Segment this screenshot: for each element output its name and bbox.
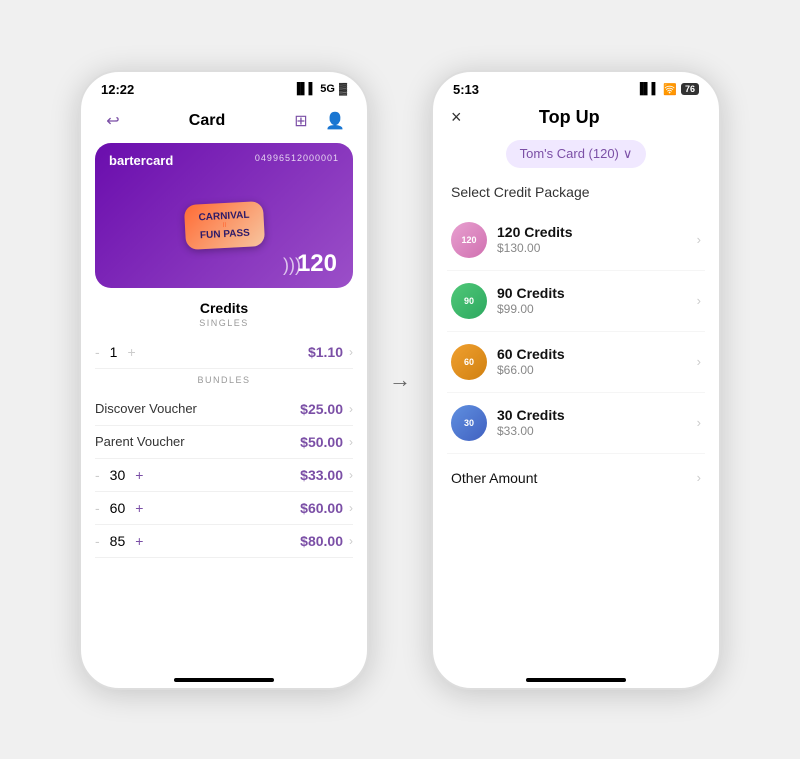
qty-60: 60 [110, 500, 126, 516]
other-amount-chevron: › [697, 470, 701, 485]
carnival-line1: CARNIVAL [198, 209, 249, 223]
signal-bars-icon: ▐▌▌ [636, 83, 659, 95]
package-icon-30: 30 [451, 405, 487, 441]
battery-icon: ▓ [339, 83, 347, 95]
package-chevron-90: › [697, 293, 701, 308]
package-list: 120 120 Credits $130.00 › 90 90 Credit [433, 210, 719, 668]
other-amount-row[interactable]: Other Amount › [447, 454, 705, 502]
package-item-90[interactable]: 90 90 Credits $99.00 › [447, 271, 705, 332]
other-amount-label: Other Amount [451, 470, 537, 486]
parent-price: $50.00 [300, 434, 343, 450]
singles-price: $1.10 [308, 344, 343, 360]
minus-85[interactable]: - [95, 533, 100, 549]
qty-85: 85 [110, 533, 126, 549]
qty-30: 30 [110, 467, 126, 483]
price-85: $80.00 [300, 533, 343, 549]
status-bar-left: 12:22 ▐▌▌ 5G ▓ [81, 72, 367, 101]
network-type: 5G [320, 83, 335, 95]
phone-card-screen: 12:22 ▐▌▌ 5G ▓ ↩ Card ⊞ 👤 bartercard 049… [79, 70, 369, 690]
arrow-symbol: → [389, 367, 411, 393]
icon-label-30: 30 [464, 418, 474, 428]
credits-price-60: $66.00 [497, 363, 565, 377]
discover-voucher-row[interactable]: Discover Voucher $25.00 › [95, 393, 353, 426]
bartercard-card: bartercard 04996512000001 CARNIVAL II FU… [95, 143, 353, 288]
bundles-label: BUNDLES [95, 375, 353, 385]
singles-qty: 1 [110, 344, 118, 360]
package-icon-120: 120 [451, 222, 487, 258]
carnival-badge: CARNIVAL II FUN PASS [183, 200, 264, 249]
dropdown-chevron-icon: ∨ [623, 146, 633, 162]
signal-icon: ▐▌▌ [293, 83, 316, 95]
icon-label-120: 120 [461, 235, 476, 245]
scan-button[interactable]: ⊞ [287, 107, 315, 135]
card-screen-title: Card [189, 112, 225, 130]
bundle-30-row: - 30 + $33.00 › [95, 459, 353, 492]
card-credits: 120 [297, 250, 337, 278]
status-icons-left: ▐▌▌ 5G ▓ [293, 83, 347, 95]
plus-singles[interactable]: + [127, 344, 135, 360]
bundle-60-row: - 60 + $60.00 › [95, 492, 353, 525]
package-chevron-120: › [697, 232, 701, 247]
credits-price-90: $99.00 [497, 302, 565, 316]
credits-label-60: 60 Credits [497, 346, 565, 362]
status-icons-right: ▐▌▌ 🛜 76 [636, 83, 699, 96]
singles-row: - 1 + $1.10 › [95, 336, 353, 369]
select-package-label: Select Credit Package [433, 184, 719, 210]
minus-30[interactable]: - [95, 467, 100, 483]
price-30: $33.00 [300, 467, 343, 483]
back-button[interactable]: ↩ [99, 107, 127, 135]
singles-chevron: › [349, 345, 353, 359]
icon-label-90: 90 [464, 296, 474, 306]
icon-label-60: 60 [464, 357, 474, 367]
credits-price-120: $130.00 [497, 241, 572, 255]
carnival-line2: FUN PASS [199, 227, 250, 241]
time-left: 12:22 [101, 82, 134, 97]
credits-section: Credits SINGLES - 1 + $1.10 › BUNDLES Di… [81, 300, 367, 668]
card-chip-label: Tom's Card (120) [520, 146, 619, 161]
package-chevron-60: › [697, 354, 701, 369]
package-icon-90: 90 [451, 283, 487, 319]
card-chip-button[interactable]: Tom's Card (120) ∨ [506, 140, 647, 168]
plus-30[interactable]: + [135, 467, 143, 483]
credits-label-120: 120 Credits [497, 224, 572, 240]
minus-60[interactable]: - [95, 500, 100, 516]
phone-topup-screen: 5:13 ▐▌▌ 🛜 76 × Top Up Tom's Card (120) … [431, 70, 721, 690]
transition-arrow: → [389, 367, 411, 393]
package-item-120[interactable]: 120 120 Credits $130.00 › [447, 210, 705, 271]
package-item-60[interactable]: 60 60 Credits $66.00 › [447, 332, 705, 393]
minus-singles[interactable]: - [95, 344, 100, 360]
parent-label: Parent Voucher [95, 434, 185, 449]
singles-label: SINGLES [95, 318, 353, 328]
credits-price-30: $33.00 [497, 424, 565, 438]
credits-title: Credits [95, 300, 353, 316]
discover-price: $25.00 [300, 401, 343, 417]
plus-60[interactable]: + [135, 500, 143, 516]
status-bar-right: 5:13 ▐▌▌ 🛜 76 [433, 72, 719, 101]
card-screen-header: ↩ Card ⊞ 👤 [81, 101, 367, 143]
topup-header: × Top Up [433, 101, 719, 136]
price-60: $60.00 [300, 500, 343, 516]
credits-label-30: 30 Credits [497, 407, 565, 423]
home-indicator-left [81, 668, 367, 688]
wifi-icon: 🛜 [663, 83, 677, 96]
parent-voucher-row[interactable]: Parent Voucher $50.00 › [95, 426, 353, 459]
package-chevron-30: › [697, 415, 701, 430]
singles-stepper: - 1 + [95, 344, 136, 360]
profile-button[interactable]: 👤 [321, 107, 349, 135]
package-item-30[interactable]: 30 30 Credits $33.00 › [447, 393, 705, 454]
battery-right-icon: 76 [681, 83, 699, 95]
time-right: 5:13 [453, 82, 479, 97]
package-icon-60: 60 [451, 344, 487, 380]
discover-label: Discover Voucher [95, 401, 197, 416]
credits-label-90: 90 Credits [497, 285, 565, 301]
plus-85[interactable]: + [135, 533, 143, 549]
close-button[interactable]: × [451, 107, 462, 128]
bundle-85-row: - 85 + $80.00 › [95, 525, 353, 558]
home-indicator-right [433, 668, 719, 688]
card-selector: Tom's Card (120) ∨ [433, 140, 719, 168]
topup-title: Top Up [539, 107, 600, 128]
